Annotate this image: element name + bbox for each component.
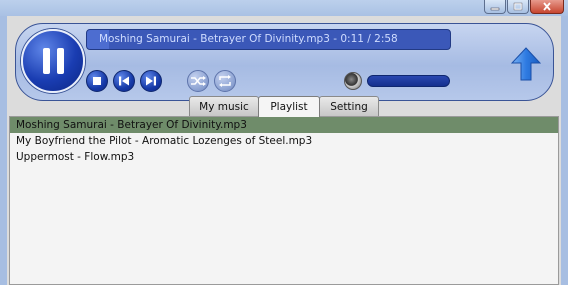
stop-button[interactable] [86,70,108,92]
tab-my-music[interactable]: My music [189,96,259,116]
previous-button[interactable] [113,70,135,92]
repeat-icon [219,75,231,87]
close-button[interactable] [530,0,564,14]
now-playing-display[interactable]: Moshing Samurai - Betrayer Of Divinity.m… [86,29,451,50]
player-panel: Moshing Samurai - Betrayer Of Divinity.m… [15,23,554,101]
tab-setting-label: Setting [330,100,368,113]
playlist-item-label: Moshing Samurai - Betrayer Of Divinity.m… [16,119,247,131]
next-button[interactable] [140,70,162,92]
tab-setting[interactable]: Setting [319,96,379,116]
playlist-item[interactable]: My Boyfriend the Pilot - Aromatic Lozeng… [10,133,558,149]
shuffle-icon [191,76,206,86]
playlist-list[interactable]: Moshing Samurai - Betrayer Of Divinity.m… [9,116,559,285]
maximize-icon [513,2,523,11]
now-playing-text: Moshing Samurai - Betrayer Of Divinity.m… [99,33,398,45]
playlist-item[interactable]: Moshing Samurai - Betrayer Of Divinity.m… [10,117,558,133]
tab-playlist[interactable]: Playlist [258,96,320,117]
playlist-item-label: My Boyfriend the Pilot - Aromatic Lozeng… [16,135,313,147]
volume-slider[interactable] [367,75,450,87]
shuffle-button[interactable] [187,70,209,92]
previous-icon [119,76,129,86]
play-pause-button[interactable] [21,29,85,93]
close-icon [543,2,551,11]
stop-icon [93,77,101,85]
playlist-item[interactable]: Uppermost - Flow.mp3 [10,149,558,165]
tab-playlist-label: Playlist [270,101,308,113]
playlist-item-label: Uppermost - Flow.mp3 [16,151,135,163]
up-arrow-icon [510,47,542,81]
volume-knob-icon[interactable] [344,72,362,90]
repeat-button[interactable] [214,70,236,92]
next-icon [146,76,156,86]
window-controls [484,0,564,14]
minimize-icon [490,7,500,10]
window-frame: Moshing Samurai - Betrayer Of Divinity.m… [0,16,568,285]
maximize-button[interactable] [507,0,529,14]
minimize-button[interactable] [484,0,506,14]
tab-my-music-label: My music [199,100,249,113]
app-client-area: Moshing Samurai - Betrayer Of Divinity.m… [7,16,561,285]
title-bar [0,0,568,16]
collapse-button[interactable] [510,47,542,81]
